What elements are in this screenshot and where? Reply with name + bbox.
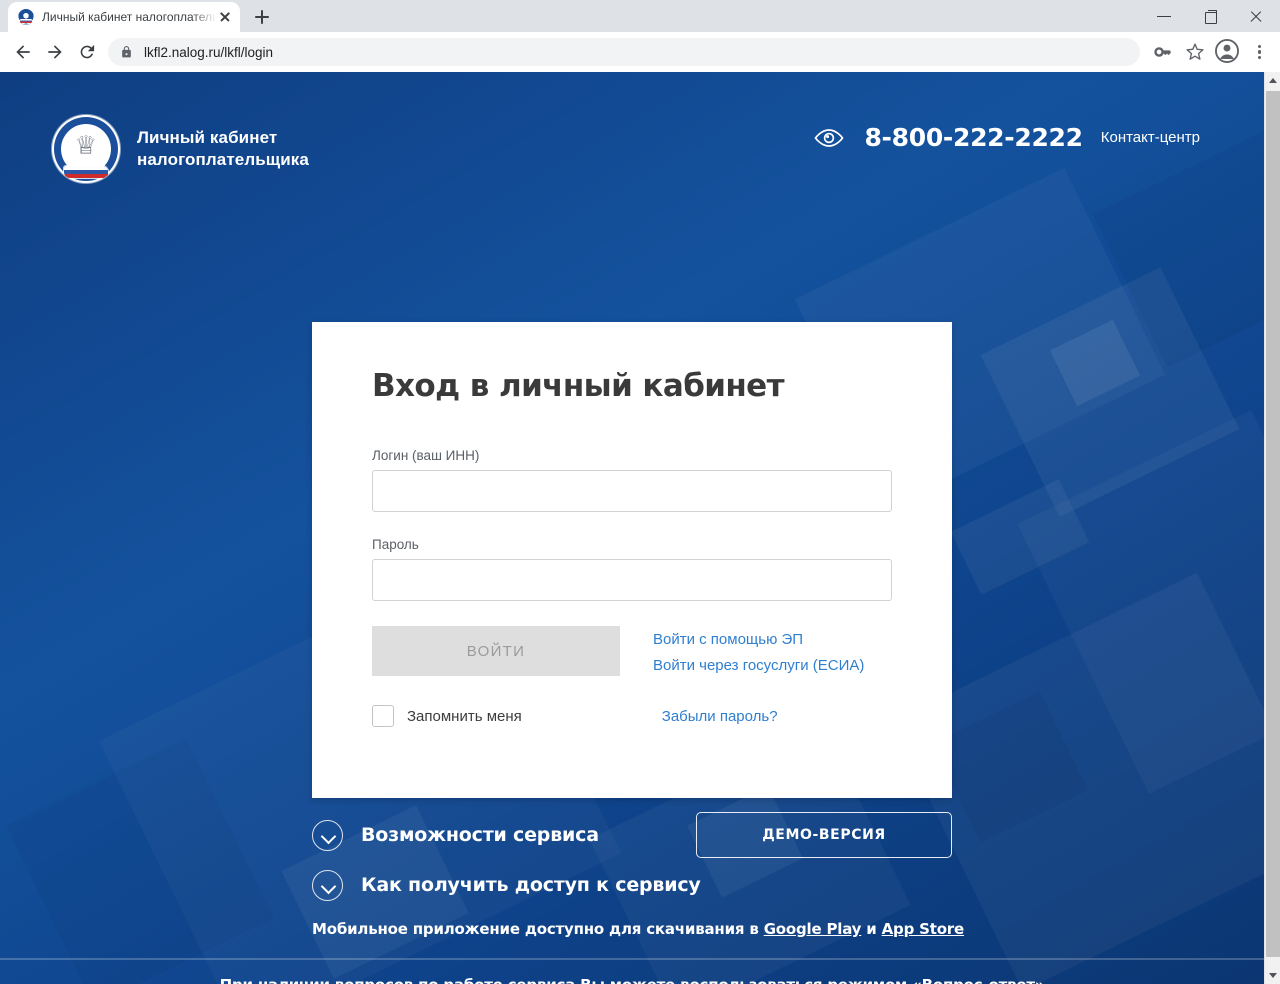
- brand-title: Личный кабинет налогоплательщика: [137, 127, 309, 171]
- login-label: Логин (ваш ИНН): [372, 448, 480, 463]
- contact-center-label: Контакт-центр: [1100, 129, 1200, 146]
- login-with-gosuslugi-link[interactable]: Войти через госуслуги (ЕСИА): [653, 657, 864, 674]
- footer-note-prefix: При наличии вопросов по работе сервиса В…: [220, 976, 912, 984]
- accordion-how-to-get-access[interactable]: Как получить доступ к сервису: [312, 860, 952, 910]
- page-viewport: ♕ Личный кабинет налогоплательщика 8-800…: [0, 72, 1280, 984]
- tab-title: Личный кабинет налогоплательщ: [42, 10, 216, 24]
- tab-strip: Личный кабинет налогоплательщ: [0, 0, 1280, 32]
- login-field-block: Логин (ваш ИНН): [372, 448, 892, 512]
- nalog-login-page: ♕ Личный кабинет налогоплательщика 8-800…: [0, 72, 1264, 984]
- password-input[interactable]: [372, 559, 892, 601]
- forgot-password-link[interactable]: Забыли пароль?: [662, 708, 778, 725]
- alternative-login-links: Войти с помощью ЭП Войти через госуслуги…: [653, 626, 864, 674]
- forward-arrow-icon[interactable]: [40, 37, 70, 67]
- browser-toolbar: lkfl2.nalog.ru/lkfl/login: [0, 32, 1280, 72]
- page-title: Вход в личный кабинет: [372, 368, 785, 404]
- mobile-app-conjunction: и: [861, 920, 882, 938]
- remember-row: Запомнить меня Забыли пароль?: [372, 705, 892, 727]
- toolbar-actions: [1148, 37, 1272, 67]
- scroll-up-arrow-icon[interactable]: [1265, 72, 1280, 89]
- page-scrollbar[interactable]: [1264, 72, 1280, 984]
- login-input[interactable]: [372, 470, 892, 512]
- restore-icon[interactable]: [1188, 0, 1234, 32]
- browser-window: Личный кабинет налогоплательщ lkfl2.nalo…: [0, 0, 1280, 984]
- demo-version-button[interactable]: ДЕМО-ВЕРСИЯ: [696, 812, 952, 858]
- remember-me-checkbox[interactable]: [372, 705, 394, 727]
- login-button[interactable]: ВОЙТИ: [372, 626, 620, 676]
- login-card: Вход в личный кабинет Логин (ваш ИНН) Па…: [312, 322, 952, 798]
- login-with-eds-link[interactable]: Войти с помощью ЭП: [653, 631, 864, 648]
- actions-row: ВОЙТИ Войти с помощью ЭП Войти через гос…: [372, 626, 892, 676]
- fns-logo-icon: [18, 9, 34, 25]
- background-shape: [980, 267, 1240, 517]
- address-bar-url: lkfl2.nalog.ru/lkfl/login: [144, 44, 274, 60]
- window-controls: [1142, 0, 1280, 32]
- app-store-link[interactable]: App Store: [882, 920, 965, 938]
- eye-icon[interactable]: [812, 127, 846, 149]
- three-dot-menu-icon[interactable]: [1246, 37, 1272, 67]
- address-bar[interactable]: lkfl2.nalog.ru/lkfl/login: [108, 38, 1140, 66]
- password-field-block: Пароль: [372, 537, 892, 601]
- background-shape: [931, 691, 1089, 843]
- contact-phone[interactable]: 8-800-222-2222: [864, 123, 1083, 152]
- password-label: Пароль: [372, 537, 419, 552]
- footer-note: При наличии вопросов по работе сервиса В…: [0, 972, 1264, 984]
- mobile-app-note: Мобильное приложение доступно для скачив…: [312, 920, 964, 938]
- brand-block[interactable]: ♕ Личный кабинет налогоплательщика: [52, 115, 309, 183]
- background-shape: [6, 738, 273, 984]
- new-tab-button[interactable]: [248, 3, 276, 31]
- back-arrow-icon[interactable]: [8, 37, 38, 67]
- background-shape: [1017, 410, 1264, 794]
- footer-divider: [0, 958, 1264, 960]
- header-right: 8-800-222-2222 Контакт-центр: [812, 115, 1200, 152]
- reload-icon[interactable]: [72, 37, 102, 67]
- background-shape: [950, 479, 1090, 595]
- star-icon[interactable]: [1180, 37, 1210, 67]
- accordion-label: Возможности сервиса: [361, 824, 599, 846]
- background-shape: [1049, 319, 1141, 407]
- remember-me-label: Запомнить меня: [407, 707, 522, 725]
- chevron-down-icon[interactable]: [312, 869, 343, 901]
- chevron-down-icon[interactable]: [312, 819, 343, 851]
- close-icon[interactable]: [216, 8, 234, 26]
- mobile-app-prefix: Мобильное приложение доступно для скачив…: [312, 920, 764, 938]
- browser-tab[interactable]: Личный кабинет налогоплательщ: [8, 2, 240, 32]
- google-play-link[interactable]: Google Play: [764, 920, 862, 938]
- question-answer-link[interactable]: «Вопрос-ответ»: [912, 976, 1044, 984]
- key-icon[interactable]: [1148, 37, 1178, 67]
- site-header: ♕ Личный кабинет налогоплательщика 8-800…: [0, 72, 1264, 212]
- fns-emblem-icon: ♕: [52, 115, 120, 183]
- lock-icon: [120, 45, 134, 59]
- close-icon[interactable]: [1234, 0, 1280, 32]
- minimize-icon[interactable]: [1142, 0, 1188, 32]
- scroll-down-arrow-icon[interactable]: [1265, 967, 1280, 984]
- brand-line-1: Личный кабинет: [137, 128, 278, 148]
- scrollbar-thumb[interactable]: [1266, 91, 1280, 957]
- accordion-label: Как получить доступ к сервису: [361, 874, 701, 896]
- brand-line-2: налогоплательщика: [137, 150, 309, 169]
- account-avatar-icon[interactable]: [1214, 38, 1242, 66]
